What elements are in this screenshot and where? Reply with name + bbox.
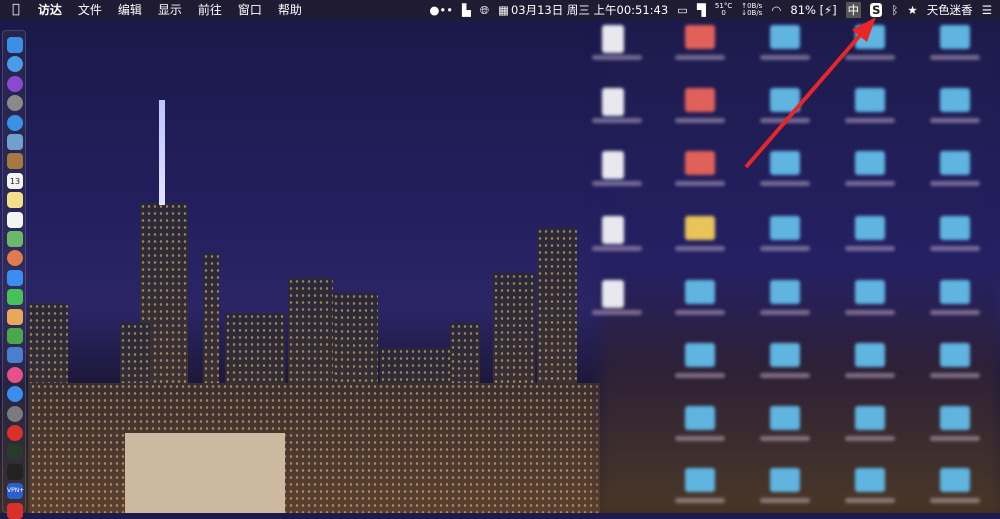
- red-annotation-arrow: [744, 17, 876, 169]
- arrow-line: [744, 24, 870, 169]
